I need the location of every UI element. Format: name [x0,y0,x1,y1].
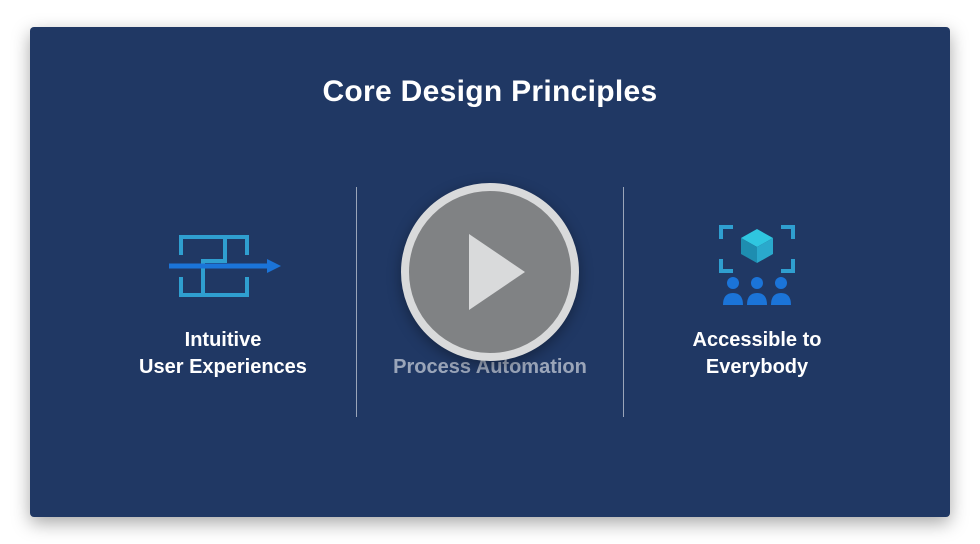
label-line-2: Everybody [706,356,808,378]
principle-intuitive: Intuitive User Experiences [90,223,356,381]
play-icon [469,234,525,310]
video-thumbnail-card: Core Design Principles Intuitive User Ex… [30,27,950,517]
flow-arrow-icon [163,223,283,309]
label-line-1: Accessible to [693,329,822,351]
principle-accessible: Accessible to Everybody [624,223,890,381]
principle-label: Intuitive User Experiences [139,327,307,381]
label-line-1: Intuitive [185,329,262,351]
principle-label: Accessible to Everybody [693,327,822,381]
slide-title: Core Design Principles [30,27,950,109]
label-line-2: User Experiences [139,356,307,378]
people-cube-icon [697,223,817,309]
play-button[interactable] [401,183,579,361]
